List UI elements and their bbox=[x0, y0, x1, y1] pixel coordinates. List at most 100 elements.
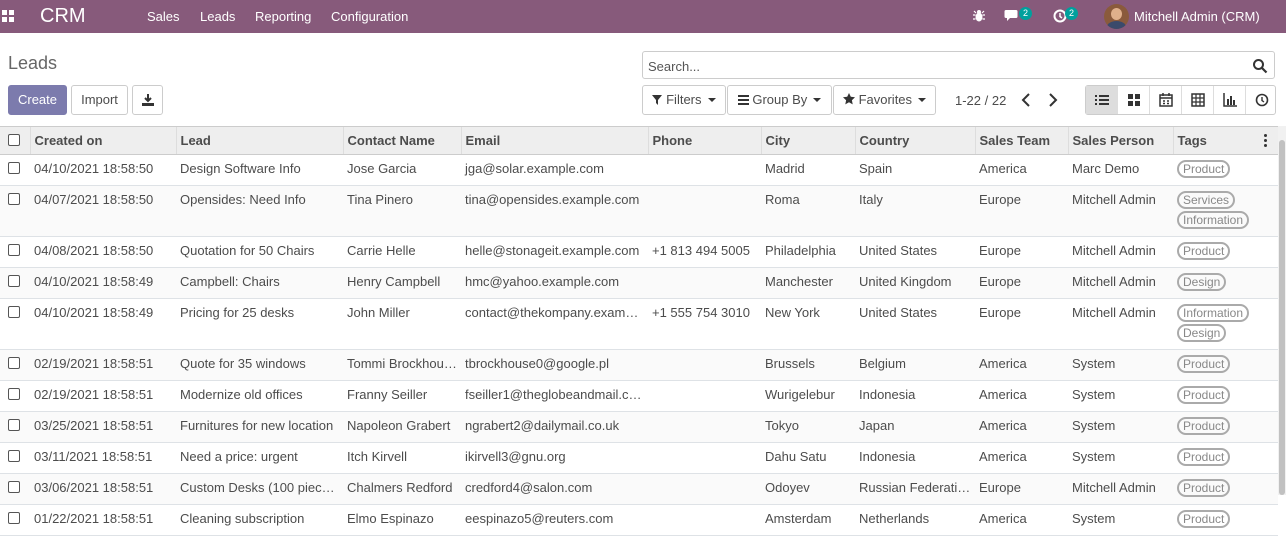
user-avatar[interactable] bbox=[1104, 4, 1129, 29]
column-header-city[interactable]: City bbox=[760, 126, 855, 155]
row-checkbox[interactable] bbox=[8, 244, 20, 256]
row-select-cell bbox=[0, 154, 30, 186]
table-row[interactable]: 04/10/2021 18:58:49 Pricing for 25 desks J… bbox=[0, 298, 1278, 350]
messages-icon[interactable] bbox=[1004, 9, 1020, 23]
list-view-button[interactable] bbox=[1086, 86, 1117, 114]
row-checkbox[interactable] bbox=[8, 388, 20, 400]
cell-city: Brussels bbox=[761, 349, 855, 381]
user-menu[interactable]: Mitchell Admin (CRM) bbox=[1134, 9, 1260, 24]
cell-lead: Quote for 35 windows bbox=[176, 349, 343, 381]
cell-person: System bbox=[1068, 442, 1173, 474]
cell-city: Philadelphia bbox=[761, 236, 855, 268]
cell-email: contact@thekompany.exam… bbox=[461, 298, 648, 350]
search-icon[interactable] bbox=[1252, 58, 1268, 74]
menu-sales[interactable]: Sales bbox=[147, 9, 180, 24]
cell-email: tbrockhouse0@google.pl bbox=[461, 349, 648, 381]
table-row[interactable]: 02/19/2021 18:58:51 Modernize old offices… bbox=[0, 380, 1278, 412]
row-checkbox[interactable] bbox=[8, 193, 20, 205]
table-row[interactable]: 03/11/2021 18:58:51 Need a price: urgent I… bbox=[0, 442, 1278, 474]
menu-leads[interactable]: Leads bbox=[200, 9, 235, 24]
menu-configuration[interactable]: Configuration bbox=[331, 9, 408, 24]
row-checkbox[interactable] bbox=[8, 450, 20, 462]
cell-created: 04/07/2021 18:58:50 bbox=[30, 185, 176, 237]
column-header-contact[interactable]: Contact Name bbox=[342, 126, 461, 155]
cell-phone bbox=[648, 349, 761, 381]
leads-list: Created on Lead Contact Name Email Phone… bbox=[0, 126, 1278, 536]
favorites-dropdown[interactable]: Favorites bbox=[833, 85, 936, 115]
search-input[interactable] bbox=[648, 57, 1228, 75]
row-checkbox[interactable] bbox=[8, 481, 20, 493]
cell-phone bbox=[648, 185, 761, 237]
cell-city: Dahu Satu bbox=[761, 442, 855, 474]
groupby-dropdown[interactable]: Group By bbox=[727, 85, 832, 115]
cell-country: Netherlands bbox=[855, 504, 975, 536]
select-all-checkbox[interactable] bbox=[8, 133, 20, 146]
cell-person: System bbox=[1068, 349, 1173, 381]
graph-view-button[interactable] bbox=[1213, 86, 1245, 114]
table-row[interactable]: 03/25/2021 18:58:51 Furnitures for new lo… bbox=[0, 411, 1278, 443]
optional-columns-icon[interactable] bbox=[1264, 134, 1268, 149]
table-row[interactable]: 04/08/2021 18:58:50 Quotation for 50 Chai… bbox=[0, 236, 1278, 268]
activities-count-badge: 2 bbox=[1065, 7, 1079, 20]
row-checkbox[interactable] bbox=[8, 162, 20, 174]
filters-dropdown[interactable]: Filters bbox=[642, 85, 726, 115]
menu-reporting[interactable]: Reporting bbox=[255, 9, 311, 24]
download-button[interactable] bbox=[132, 85, 163, 115]
create-button[interactable]: Create bbox=[8, 85, 67, 115]
search-bar[interactable] bbox=[642, 51, 1275, 79]
top-navbar: CRM Sales Leads Reporting Configuration … bbox=[0, 0, 1286, 33]
table-row[interactable]: 04/07/2021 18:58:50 Opensides: Need Info T… bbox=[0, 185, 1278, 237]
tag-badge: Product bbox=[1177, 386, 1231, 404]
pager-next-icon[interactable] bbox=[1046, 92, 1060, 108]
column-header-team[interactable]: Sales Team bbox=[974, 126, 1068, 155]
table-row[interactable]: 02/19/2021 18:58:51 Quote for 35 windows T… bbox=[0, 349, 1278, 381]
bug-icon[interactable] bbox=[972, 9, 986, 23]
import-button[interactable]: Import bbox=[71, 85, 128, 115]
calendar-view-button[interactable] bbox=[1149, 86, 1181, 114]
pivot-view-button[interactable] bbox=[1181, 86, 1213, 114]
column-header-country[interactable]: Country bbox=[854, 126, 975, 155]
row-checkbox[interactable] bbox=[8, 275, 20, 287]
column-header-person[interactable]: Sales Person bbox=[1067, 126, 1173, 155]
column-header-phone[interactable]: Phone bbox=[647, 126, 761, 155]
cell-team: Europe bbox=[975, 473, 1068, 505]
table-row[interactable]: 01/22/2021 18:58:51 Cleaning subscription… bbox=[0, 504, 1278, 536]
row-checkbox[interactable] bbox=[8, 419, 20, 431]
activity-view-button[interactable] bbox=[1245, 86, 1277, 114]
column-header-tags[interactable]: Tags bbox=[1172, 126, 1278, 155]
row-select-cell bbox=[0, 380, 30, 412]
row-checkbox[interactable] bbox=[8, 512, 20, 524]
favorites-label: Favorites bbox=[858, 92, 913, 107]
apps-menu-icon[interactable] bbox=[2, 10, 14, 22]
tag-badge: Design bbox=[1177, 324, 1227, 342]
row-checkbox[interactable] bbox=[8, 357, 20, 369]
table-row[interactable]: 03/06/2021 18:58:51 Custom Desks (100 pie… bbox=[0, 473, 1278, 505]
column-header-created[interactable]: Created on bbox=[29, 126, 176, 155]
cell-team: Europe bbox=[975, 185, 1068, 237]
scrollbar-thumb[interactable] bbox=[1279, 140, 1285, 495]
kanban-view-button[interactable] bbox=[1117, 86, 1149, 114]
cell-person: System bbox=[1068, 411, 1173, 443]
table-row[interactable]: 04/10/2021 18:58:49 Campbell: Chairs Henry… bbox=[0, 267, 1278, 299]
cell-team: Europe bbox=[975, 236, 1068, 268]
app-brand[interactable]: CRM bbox=[40, 5, 86, 28]
view-switcher bbox=[1085, 85, 1276, 115]
cell-created: 04/10/2021 18:58:49 bbox=[30, 267, 176, 299]
row-checkbox[interactable] bbox=[8, 306, 20, 318]
cell-email: jga@solar.example.com bbox=[461, 154, 648, 186]
cell-team: America bbox=[975, 504, 1068, 536]
cell-country: Italy bbox=[855, 185, 975, 237]
cell-city: Manchester bbox=[761, 267, 855, 299]
row-select-cell bbox=[0, 411, 30, 443]
column-header-email[interactable]: Email bbox=[460, 126, 648, 155]
cell-phone bbox=[648, 154, 761, 186]
cell-city: Odoyev bbox=[761, 473, 855, 505]
cell-contact: John Miller bbox=[343, 298, 461, 350]
cell-city: Roma bbox=[761, 185, 855, 237]
column-header-lead[interactable]: Lead bbox=[175, 126, 343, 155]
row-select-cell bbox=[0, 349, 30, 381]
table-row[interactable]: 04/10/2021 18:58:50 Design Software Info J… bbox=[0, 154, 1278, 186]
pager-value[interactable]: 1-22 / 22 bbox=[955, 93, 1006, 108]
pager-previous-icon[interactable] bbox=[1019, 92, 1033, 108]
star-icon bbox=[842, 93, 855, 105]
